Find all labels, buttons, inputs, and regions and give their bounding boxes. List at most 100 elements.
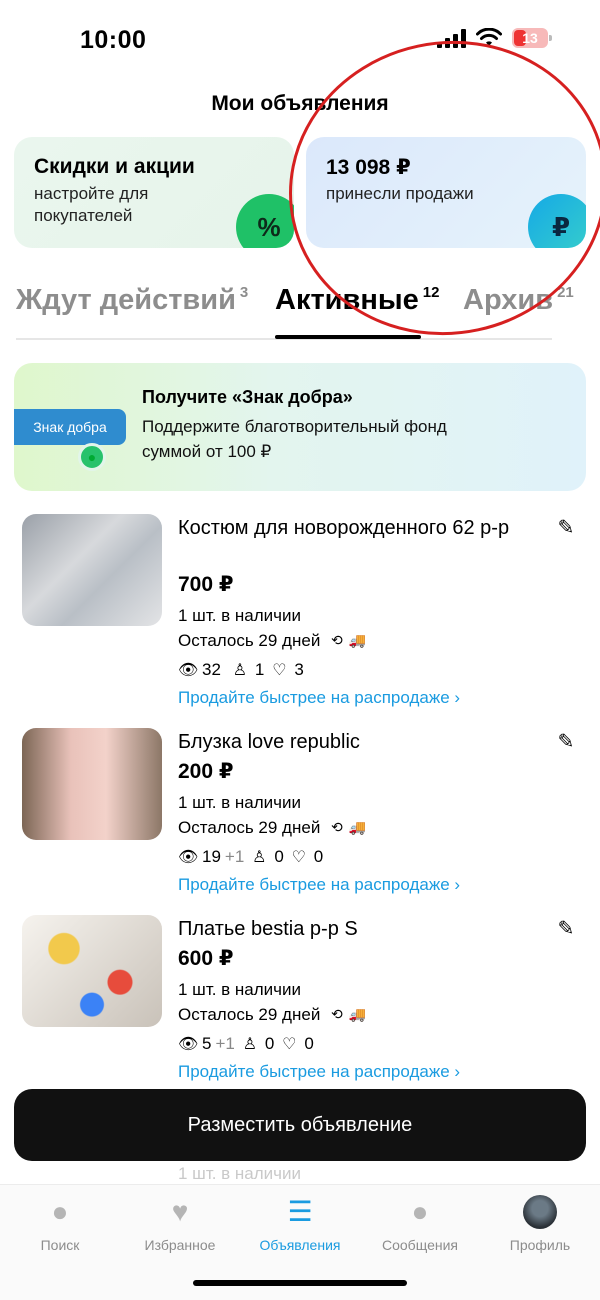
nav-messages[interactable]: ● Сообщения (360, 1195, 480, 1253)
partial-listing-qty: 1 шт. в наличии (178, 1164, 302, 1183)
listing-remaining: Осталось 29 дней ⟲ 🚚 (178, 631, 366, 651)
favorites-count: 0 (313, 847, 324, 866)
listing-title: Блузка love republic (178, 731, 360, 753)
listing-qty: 1 шт. в наличии (178, 606, 302, 625)
heart-icon: ♡ (291, 849, 306, 866)
listing-stats: 👁 32 ♙ 1 ♡ 3 (178, 660, 304, 680)
nav-favorites-label: Избранное (144, 1237, 216, 1253)
heart-icon: ♡ (282, 1036, 297, 1053)
edit-icon[interactable]: ✎ (554, 917, 578, 941)
tab-pending-count: 3 (239, 284, 249, 301)
listing-tabs: Ждут действий 3 Активные 12 Архив 21 (16, 278, 600, 342)
contacts-icon: ♙ (232, 662, 248, 679)
listing-price: 700 ₽ (178, 573, 234, 596)
nav-search[interactable]: ● Поиск (0, 1195, 120, 1253)
contacts-count: 0 (264, 1034, 275, 1053)
signal-icon (437, 28, 466, 48)
discounts-card[interactable]: Скидки и акции настройте для покупателей… (14, 137, 294, 248)
views-icon: 👁 (178, 662, 199, 679)
favorites-count: 3 (294, 660, 304, 679)
nav-search-label: Поиск (40, 1237, 80, 1253)
listing-remaining: Осталось 29 дней ⟲ 🚚 (178, 1005, 366, 1025)
listing-photo[interactable] (22, 728, 162, 840)
sale-promo-link[interactable]: Продайте быстрее на распродаже › (178, 875, 460, 895)
charity-title: Получите «Знак добра» (142, 387, 353, 407)
nav-profile[interactable]: Профиль (480, 1195, 600, 1253)
charity-banner[interactable]: Знак добра ● Получите «Знак добра» Подде… (14, 363, 586, 491)
views-count: 32 (202, 660, 221, 679)
listing-qty: 1 шт. в наличии (178, 793, 302, 812)
nav-listings-label: Объявления (259, 1237, 341, 1253)
percent-icon: % (236, 194, 294, 248)
listing-item[interactable]: Костюм для новорожденного 62 р-р 700 ₽ 1… (0, 500, 600, 707)
nav-favorites[interactable]: ♥ Избранное (120, 1195, 240, 1253)
tab-archive[interactable]: Архив 21 (463, 284, 574, 317)
page-title: Мои объявления (211, 92, 389, 115)
contacts-icon: ♙ (242, 1036, 258, 1053)
contacts-icon: ♙ (252, 849, 267, 866)
active-tab-indicator (275, 335, 421, 339)
contacts-count: 1 (254, 660, 265, 679)
autorenew-icon: ⟲ (331, 1006, 343, 1022)
battery-icon: 13 (512, 28, 552, 48)
listing-title: Платье bestia р-р S (178, 918, 358, 940)
status-icons: 13 (437, 28, 552, 48)
sale-promo-link[interactable]: Продайте быстрее на распродаже › (178, 1062, 460, 1082)
tab-pending[interactable]: Ждут действий 3 (16, 284, 248, 317)
chat-icon: ● (411, 1196, 429, 1227)
listing-remaining: Осталось 29 дней ⟲ 🚚 (178, 818, 366, 838)
listing-price: 200 ₽ (178, 760, 234, 783)
autorenew-icon: ⟲ (331, 819, 343, 835)
views-count: 5 (202, 1034, 212, 1053)
tab-pending-label: Ждут действий (16, 284, 236, 316)
autorenew-icon: ⟲ (331, 632, 343, 648)
discounts-card-subtitle: настройте для покупателей (34, 184, 149, 225)
sales-card-amount: 13 098 ₽ (326, 156, 411, 179)
listing-stats: 👁 5 +1 ♙ 0 ♡ 0 (178, 1034, 314, 1054)
nav-listings[interactable]: ☰ Объявления (240, 1195, 360, 1253)
delivery-icon: 🚚 (348, 1006, 367, 1022)
charity-text: Поддержите благотворительный фонд суммой… (142, 417, 447, 461)
place-listing-button[interactable]: Разместить объявление (14, 1089, 586, 1161)
listing-photo[interactable] (22, 915, 162, 1027)
sale-promo-link[interactable]: Продайте быстрее на распродаже › (178, 688, 460, 708)
edit-icon[interactable]: ✎ (554, 730, 578, 754)
nav-profile-label: Профиль (509, 1237, 571, 1253)
listing-stats: 👁 19 +1 ♙ 0 ♡ 0 (178, 847, 323, 867)
listing-photo[interactable] (22, 514, 162, 626)
heart-icon: ♡ (272, 662, 287, 679)
ruble-icon: ₽ (528, 194, 586, 248)
tab-archive-count: 21 (557, 284, 574, 301)
views-increment: +1 (224, 847, 245, 866)
delivery-icon: 🚚 (348, 819, 367, 835)
listing-price: 600 ₽ (178, 947, 234, 970)
listing-remaining-text: Осталось 29 дней (178, 631, 321, 650)
sales-card-subtitle: принесли продажи (326, 184, 474, 203)
listing-item[interactable]: Платье bestia р-р S 600 ₽ 1 шт. в наличи… (0, 901, 600, 1087)
status-time: 10:00 (80, 26, 147, 54)
battery-level: 13 (522, 30, 538, 46)
favorites-count: 0 (304, 1034, 314, 1053)
edit-icon[interactable]: ✎ (554, 516, 578, 540)
eye-icon: ● (78, 443, 106, 471)
listing-title: Костюм для новорожденного 62 р-р (178, 517, 510, 539)
listing-remaining-text: Осталось 29 дней (178, 818, 321, 837)
avatar (523, 1195, 557, 1229)
charity-badge: Знак добра (14, 409, 126, 445)
sales-card[interactable]: 13 098 ₽ принесли продажи ₽ (306, 137, 586, 248)
tab-active[interactable]: Активные 12 (275, 284, 439, 317)
listings-icon: ☰ (287, 1196, 313, 1227)
views-increment: +1 (215, 1034, 235, 1053)
listing-item[interactable]: Блузка love republic 200 ₽ 1 шт. в налич… (0, 714, 600, 900)
heart-icon: ♥ (171, 1196, 189, 1227)
tab-active-count: 12 (422, 284, 440, 301)
views-icon: 👁 (178, 849, 199, 866)
listing-qty: 1 шт. в наличии (178, 980, 302, 999)
listing-remaining-text: Осталось 29 дней (178, 1005, 321, 1024)
tab-active-label: Активные (275, 284, 419, 316)
home-indicator (193, 1280, 407, 1286)
status-bar: 10:00 13 (0, 0, 600, 80)
nav-messages-label: Сообщения (382, 1237, 458, 1253)
search-icon: ● (51, 1196, 69, 1227)
discounts-card-title: Скидки и акции (34, 155, 195, 178)
